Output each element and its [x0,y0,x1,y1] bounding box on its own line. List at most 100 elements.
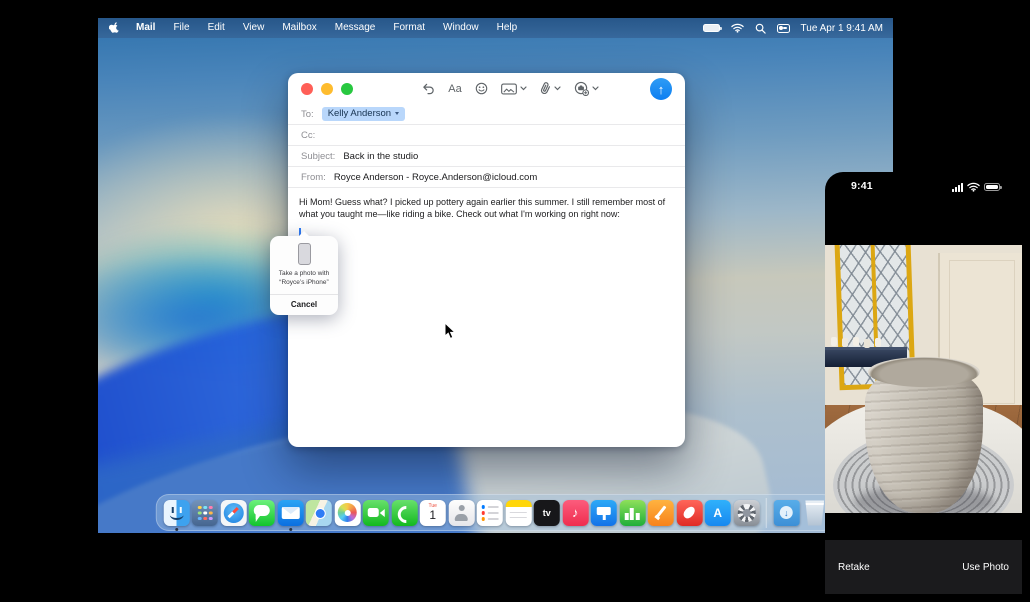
menu-item-edit[interactable]: Edit [199,18,234,38]
dock-trash-icon[interactable] [802,500,828,526]
continuity-camera-popover: Take a photo with “Royce’s iPhone” Cance… [270,231,338,315]
recipient-token[interactable]: Kelly Anderson [322,107,405,121]
retake-button[interactable]: Retake [838,562,870,573]
window-titlebar[interactable]: Aa ↑ [288,73,685,104]
subject-field[interactable]: Subject: Back in the studio [288,146,685,167]
popover-line1: Take a photo with [274,269,334,278]
wifi-icon[interactable] [731,23,744,33]
cc-label: Cc: [301,130,315,141]
dock-safari-icon[interactable] [220,500,246,526]
popover-arrow [298,231,310,237]
dock-maps-icon[interactable] [306,500,332,526]
camera-action-bar: Retake Use Photo [825,540,1022,594]
dock-divider [766,498,767,528]
dock-photos-icon[interactable] [334,500,360,526]
music-note-icon: ♪ [562,500,588,526]
dock-app-store-icon[interactable]: A [705,500,731,526]
chevron-down-icon [554,86,561,91]
menu-item-help[interactable]: Help [488,18,527,38]
menu-item-view[interactable]: View [234,18,274,38]
download-arrow-icon: ↓ [780,506,793,519]
cellular-signal-icon [952,183,963,192]
battery-icon [984,183,1000,191]
menu-item-mailbox[interactable]: Mailbox [273,18,325,38]
subject-label: Subject: [301,151,335,162]
menu-item-window[interactable]: Window [434,18,488,38]
dock-messages-icon[interactable] [249,500,275,526]
from-label: From: [301,172,326,183]
dock: Tue 1 tv ♪ A ↓ [155,494,836,531]
cancel-button[interactable]: Cancel [274,295,334,315]
mac-display: Mail File Edit View Mailbox Message Form… [98,18,893,533]
apple-menu[interactable] [108,22,121,35]
running-indicator [175,528,178,531]
battery-icon[interactable] [703,24,720,32]
undo-button[interactable] [422,83,435,95]
dock-music-icon[interactable]: ♪ [562,500,588,526]
chevron-down-icon [592,86,599,91]
dock-finder-icon[interactable] [163,500,189,526]
mouse-cursor [444,322,456,340]
menu-status-area: Tue Apr 1 9:41 AM [703,23,883,34]
dock-rocket-icon[interactable] [676,500,702,526]
dock-reminders-icon[interactable] [477,500,503,526]
from-value: Royce Anderson - Royce.Anderson@icloud.c… [334,172,537,183]
attach-button[interactable] [540,82,561,95]
dock-launchpad-icon[interactable] [192,500,218,526]
close-button[interactable] [301,83,313,95]
cc-field[interactable]: Cc: [288,125,685,146]
emoji-button[interactable] [475,82,488,95]
menu-item-file[interactable]: File [164,18,198,38]
popover-line2: “Royce’s iPhone” [274,278,334,287]
dock-numbers-icon[interactable] [619,500,645,526]
menu-item-mail[interactable]: Mail [127,18,164,38]
menu-clock[interactable]: Tue Apr 1 9:41 AM [801,23,883,34]
chevron-down-icon [520,86,527,91]
recipient-name: Kelly Anderson [328,108,391,119]
photo-browser-button[interactable] [501,83,527,95]
iphone-clock: 9:41 [851,180,873,192]
continuity-camera-button[interactable] [574,81,599,96]
undo-icon [422,83,435,95]
format-button[interactable]: Aa [448,83,461,95]
dock-system-settings-icon[interactable] [733,500,759,526]
small-pottery-pieces [831,337,837,346]
mail-compose-window: Aa ↑ [288,73,685,447]
token-chevron-icon[interactable] [395,112,399,115]
message-body[interactable]: Hi Mom! Guess what? I picked up pottery … [288,189,685,447]
dock-mail-icon[interactable] [277,500,303,526]
calendar-day: 1 [429,509,436,522]
minimize-button[interactable] [321,83,333,95]
dock-pages-icon[interactable] [648,500,674,526]
send-button[interactable]: ↑ [650,78,672,100]
menu-item-format[interactable]: Format [384,18,434,38]
dock-calendar-icon[interactable]: Tue 1 [420,500,446,526]
to-label: To: [301,109,314,120]
tv-label: tv [534,500,560,526]
from-field[interactable]: From: Royce Anderson - Royce.Anderson@ic… [288,167,685,188]
zoom-button[interactable] [341,83,353,95]
send-arrow-icon: ↑ [658,82,665,97]
emoji-icon [475,82,488,95]
dock-phone-icon[interactable] [391,500,417,526]
iphone-display: 9:41 Retake Use Photo [825,172,1022,602]
dock-downloads-icon[interactable]: ↓ [773,500,799,526]
clay-pot-rim [868,357,980,387]
search-icon[interactable] [755,23,766,34]
photo-browser-icon [501,83,517,95]
menu-item-message[interactable]: Message [326,18,385,38]
use-photo-button[interactable]: Use Photo [962,562,1009,573]
dock-contacts-icon[interactable] [448,500,474,526]
menu-bar: Mail File Edit View Mailbox Message Form… [98,18,893,38]
dock-notes-icon[interactable] [505,500,531,526]
dock-tv-icon[interactable]: tv [534,500,560,526]
dock-facetime-icon[interactable] [363,500,389,526]
paperclip-icon [538,80,553,96]
iphone-icon [298,243,311,265]
dock-keynote-icon[interactable] [591,500,617,526]
iphone-status-bar: 9:41 [825,172,1022,198]
to-field[interactable]: To: Kelly Anderson [288,104,685,125]
screenshot-canvas: Mail File Edit View Mailbox Message Form… [0,0,1030,602]
running-indicator [289,528,292,531]
control-center-icon[interactable] [777,24,790,33]
